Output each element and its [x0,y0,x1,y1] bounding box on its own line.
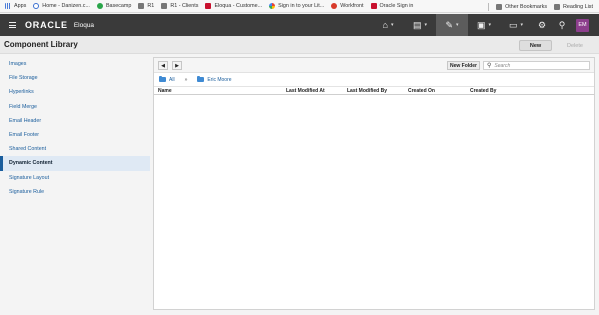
chevron-down-icon: ▾ [520,22,524,28]
assets-menu[interactable]: ✎ ▾ [436,14,468,36]
folder-icon [197,76,205,82]
sidebar-item-signature-layout[interactable]: Signature Layout [0,171,150,185]
back-arrow-icon: ◀ [161,62,165,69]
column-header-last-modified-at[interactable]: Last Modified At [286,88,325,94]
breadcrumb: All » Eric Moore [159,75,232,84]
search-icon: ⚲ [558,19,566,30]
contacts-menu[interactable]: ▣ ▾ [468,14,500,36]
sidebar-item-images[interactable]: Images [0,57,150,71]
column-header-created-on[interactable]: Created On [408,88,435,94]
settings-button[interactable]: ⚙ [532,14,552,36]
gear-icon: ⚙ [537,19,547,30]
back-button[interactable]: ◀ [158,61,168,70]
forward-button[interactable]: ▶ [172,61,182,70]
forward-arrow-icon: ▶ [175,62,179,69]
chevron-down-icon: ▾ [390,22,394,28]
bookmark-home[interactable]: Home - Danizen.c... [33,3,90,9]
sidebar-item-shared-content[interactable]: Shared Content [0,142,150,156]
dashboard-icon: ▤ [412,19,422,30]
search-button[interactable]: ⚲ [552,14,572,36]
page-titlebar: Component Library New Delete [0,36,599,54]
page-title: Component Library [4,40,78,49]
oracle-logo: ORACLE [25,20,68,30]
breadcrumb-separator: » [184,76,188,83]
sidebar-item-field-merge[interactable]: Field Merge [0,100,150,114]
globe-icon [33,3,40,9]
bookmark-r1[interactable]: R1 [138,3,154,9]
chart-icon: ▭ [508,19,518,30]
home-menu[interactable]: ⌂ ▾ [372,14,404,36]
delete-button[interactable]: Delete [556,40,594,51]
column-header-created-by[interactable]: Created By [470,88,496,94]
chevron-down-icon: ▾ [424,22,428,28]
user-avatar[interactable]: EM [576,18,589,32]
reports-menu[interactable]: ▭ ▾ [500,14,532,36]
google-icon [269,3,276,9]
product-name: Eloqua [73,21,95,29]
chevron-down-icon: ▾ [456,22,459,28]
search-field[interactable]: ⚲ [483,61,590,70]
breadcrumb-all[interactable]: All [169,77,175,83]
bookmark-divider [488,2,490,11]
search-input[interactable] [494,62,585,69]
bookmark-reading-list[interactable]: Reading List [554,3,593,10]
bookmark-basecamp[interactable]: Basecamp [96,3,131,9]
bookmark-other[interactable]: Other Bookmarks [496,3,547,10]
chevron-down-icon: ▾ [488,22,492,28]
basecamp-icon [96,3,103,9]
sidebar-item-hyperlinks[interactable]: Hyperlinks [0,85,150,99]
dashboard-menu[interactable]: ▤ ▾ [404,14,436,36]
sidebar-item-email-footer[interactable]: Email Footer [0,128,150,142]
bookmark-eloqua[interactable]: Eloqua - Custome... [205,3,262,9]
table-header: Name Last Modified At Last Modified By C… [154,86,594,95]
search-icon: ⚲ [487,63,492,69]
bookmark-oracle-sign-in[interactable]: Oracle Sign in [370,3,413,9]
bookmark-workfront[interactable]: Workfront [331,3,364,9]
bookmarks-right: Other Bookmarks Reading List [488,0,593,12]
column-header-last-modified-by[interactable]: Last Modified By [347,88,387,94]
component-sidebar: Images File Storage Hyperlinks Field Mer… [0,57,150,199]
oracle-icon [370,3,377,9]
bookmark-apps[interactable]: Apps [5,3,26,9]
folder-icon [161,3,168,9]
new-folder-button[interactable]: New Folder [447,61,480,70]
workfront-icon [331,3,338,9]
sidebar-item-email-header[interactable]: Email Header [0,114,150,128]
bookmark-r1-clients[interactable]: R1 - Clients [161,3,198,9]
reading-list-icon [554,3,561,10]
breadcrumb-eric-moore[interactable]: Eric Moore [207,77,231,83]
hamburger-menu-icon[interactable] [9,22,16,28]
apps-grid-icon [5,3,11,9]
home-icon: ⌂ [382,20,388,30]
app-header: ORACLE Eloqua ⌂ ▾ ▤ ▾ ✎ ▾ ▣ ▾ ▭ ▾ ⚙ ⚲ EM [0,14,599,36]
bookmark-sign-in[interactable]: Sign in to your Lit... [269,3,324,9]
new-button[interactable]: New [519,40,552,51]
sidebar-item-dynamic-content[interactable]: Dynamic Content [0,156,150,171]
column-header-name[interactable]: Name [158,88,172,94]
sidebar-item-signature-rule[interactable]: Signature Rule [0,185,150,199]
folder-icon [138,3,145,9]
sidebar-item-file-storage[interactable]: File Storage [0,71,150,85]
panel-toolbar: ◀ ▶ New Folder ⚲ [154,58,594,73]
content-panel: ◀ ▶ New Folder ⚲ All » Eric Moore Name L… [153,57,595,310]
bookmarks-bar: Apps Home - Danizen.c... Basecamp R1 R1 … [0,0,599,13]
header-tools: ⌂ ▾ ▤ ▾ ✎ ▾ ▣ ▾ ▭ ▾ ⚙ ⚲ EM [372,14,599,36]
contacts-icon: ▣ [476,19,486,30]
folder-icon [159,76,166,82]
folder-icon [496,3,503,10]
assets-icon: ✎ [445,19,454,30]
oracle-icon [205,3,212,9]
